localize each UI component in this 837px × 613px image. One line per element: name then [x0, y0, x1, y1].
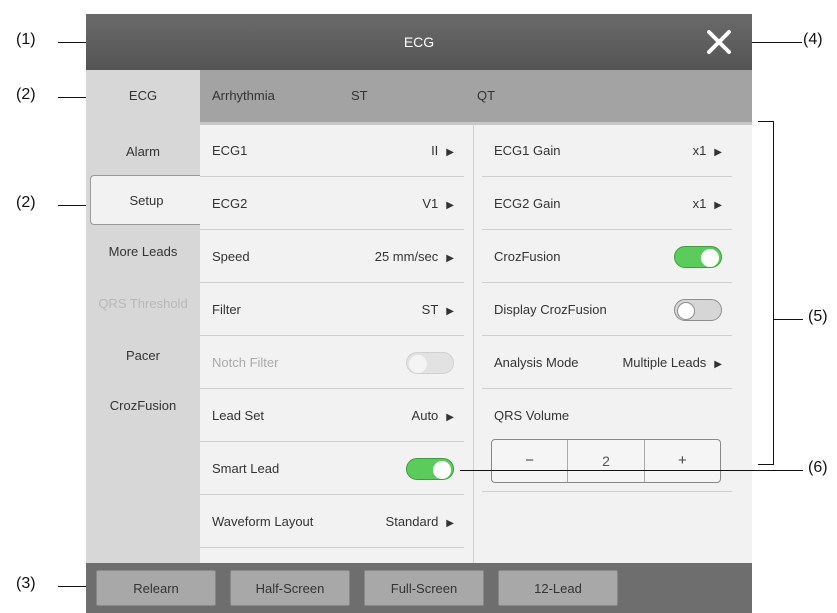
row-divider: [482, 282, 732, 283]
row-divider: [200, 547, 464, 548]
smart-lead-row[interactable]: Smart Lead: [200, 443, 464, 495]
lead-set-row[interactable]: Lead Set Auto ▶: [200, 390, 464, 442]
row-divider: [482, 229, 732, 230]
ecg1-label: ECG1: [212, 143, 248, 158]
callout-2-tab: (2): [16, 86, 36, 103]
speed-value[interactable]: 25 mm/sec ▶: [375, 231, 454, 285]
sidebar-item-pacer[interactable]: Pacer: [86, 331, 200, 381]
qrs-volume-label: QRS Volume: [494, 408, 570, 423]
sidebar-item-more-leads[interactable]: More Leads: [86, 227, 200, 277]
caret-right-icon: ▶: [446, 253, 454, 264]
analysis-mode-value[interactable]: Multiple Leads ▶: [622, 337, 722, 391]
row-divider: [482, 491, 732, 492]
notch-filter-label: Notch Filter: [212, 355, 279, 370]
callout-5-bracket-top: [758, 121, 774, 122]
ecg2-gain-label: ECG2 Gain: [494, 196, 561, 211]
callout-4: (4): [803, 31, 823, 48]
tab-ecg[interactable]: ECG: [86, 70, 200, 122]
ecg1-gain-value[interactable]: x1 ▶: [693, 125, 722, 179]
speed-row[interactable]: Speed 25 mm/sec ▶: [200, 231, 464, 283]
tab-qt[interactable]: QT: [477, 70, 495, 122]
callout-6: (6): [808, 459, 828, 476]
crozfusion-toggle[interactable]: [674, 246, 722, 268]
display-crozfusion-toggle[interactable]: [674, 299, 722, 321]
speed-label: Speed: [212, 249, 250, 264]
callout-3: (3): [16, 575, 36, 592]
ecg1-gain-row[interactable]: ECG1 Gain x1 ▶: [482, 125, 732, 177]
notch-filter-toggle: [406, 352, 454, 374]
ecg1-row[interactable]: ECG1 II ▶: [200, 125, 464, 177]
filter-label: Filter: [212, 302, 241, 317]
row-divider: [482, 388, 732, 389]
column-divider: [473, 124, 474, 563]
display-crozfusion-row[interactable]: Display CrozFusion: [482, 284, 732, 336]
full-screen-button[interactable]: Full-Screen: [364, 570, 484, 606]
tab-bar: ECG Arrhythmia ST QT: [86, 70, 752, 122]
ecg2-gain-row[interactable]: ECG2 Gain x1 ▶: [482, 178, 732, 230]
crozfusion-row[interactable]: CrozFusion: [482, 231, 732, 283]
crozfusion-label: CrozFusion: [494, 249, 561, 264]
row-divider: [482, 335, 732, 336]
analysis-mode-row[interactable]: Analysis Mode Multiple Leads ▶: [482, 337, 732, 389]
analysis-mode-label: Analysis Mode: [494, 355, 579, 370]
12-lead-button[interactable]: 12-Lead: [498, 570, 618, 606]
row-divider: [482, 176, 732, 177]
row-divider: [200, 494, 464, 495]
sidebar: Alarm Setup More Leads QRS Threshold Pac…: [86, 122, 202, 563]
smart-lead-toggle[interactable]: [406, 458, 454, 480]
caret-right-icon: ▶: [714, 359, 722, 370]
row-divider: [200, 229, 464, 230]
callout-5-line: [773, 319, 803, 320]
notch-filter-row: Notch Filter: [200, 337, 464, 389]
callout-5-bracket: [773, 121, 774, 465]
caret-right-icon: ▶: [714, 147, 722, 158]
ecg1-value[interactable]: II ▶: [431, 125, 454, 179]
callout-2-side: (2): [16, 194, 36, 211]
half-screen-button[interactable]: Half-Screen: [230, 570, 350, 606]
ecg2-row[interactable]: ECG2 V1 ▶: [200, 178, 464, 230]
dialog-title: ECG: [403, 34, 435, 50]
sidebar-item-setup[interactable]: Setup: [90, 175, 202, 225]
lead-set-label: Lead Set: [212, 408, 265, 423]
tab-st[interactable]: ST: [351, 70, 368, 122]
caret-right-icon: ▶: [446, 200, 454, 211]
row-divider: [200, 176, 464, 177]
ecg2-gain-value[interactable]: x1 ▶: [693, 178, 722, 232]
relearn-button[interactable]: Relearn: [96, 570, 216, 606]
filter-row[interactable]: Filter ST ▶: [200, 284, 464, 336]
callout-6-line: [460, 470, 803, 471]
smart-lead-label: Smart Lead: [212, 461, 280, 476]
filter-value[interactable]: ST ▶: [422, 284, 454, 338]
waveform-layout-row[interactable]: Waveform Layout Standard ▶: [200, 496, 464, 548]
title-bar: ECG: [86, 14, 752, 70]
close-icon[interactable]: [704, 27, 734, 57]
ecg1-gain-label: ECG1 Gain: [494, 143, 561, 158]
waveform-layout-value[interactable]: Standard ▶: [386, 496, 454, 550]
callout-5: (5): [808, 308, 828, 325]
caret-right-icon: ▶: [714, 200, 722, 211]
qrs-volume-divider-row: [482, 438, 732, 492]
display-crozfusion-label: Display CrozFusion: [494, 302, 607, 317]
ecg2-label: ECG2: [212, 196, 248, 211]
qrs-volume-row: QRS Volume: [482, 390, 732, 430]
ecg2-value[interactable]: V1 ▶: [422, 178, 454, 232]
row-divider: [200, 335, 464, 336]
sidebar-item-qrs-threshold: QRS Threshold: [98, 296, 188, 311]
bottom-toolbar: Relearn Half-Screen Full-Screen 12-Lead: [86, 563, 752, 613]
waveform-layout-label: Waveform Layout: [212, 514, 314, 529]
row-divider: [200, 282, 464, 283]
callout-5-bracket-bottom: [758, 464, 774, 465]
tab-arrhythmia[interactable]: Arrhythmia: [212, 70, 275, 122]
ecg-dialog: ECG ECG Arrhythmia ST QT Alarm Setup Mor…: [86, 14, 752, 613]
caret-right-icon: ▶: [446, 412, 454, 423]
row-divider: [200, 441, 464, 442]
caret-right-icon: ▶: [446, 518, 454, 529]
sidebar-item-crozfusion[interactable]: CrozFusion: [86, 381, 200, 431]
lead-set-value[interactable]: Auto ▶: [412, 390, 454, 444]
row-divider: [200, 388, 464, 389]
caret-right-icon: ▶: [446, 306, 454, 317]
sidebar-item-alarm[interactable]: Alarm: [86, 127, 200, 177]
callout-1: (1): [16, 31, 36, 48]
caret-right-icon: ▶: [446, 147, 454, 158]
